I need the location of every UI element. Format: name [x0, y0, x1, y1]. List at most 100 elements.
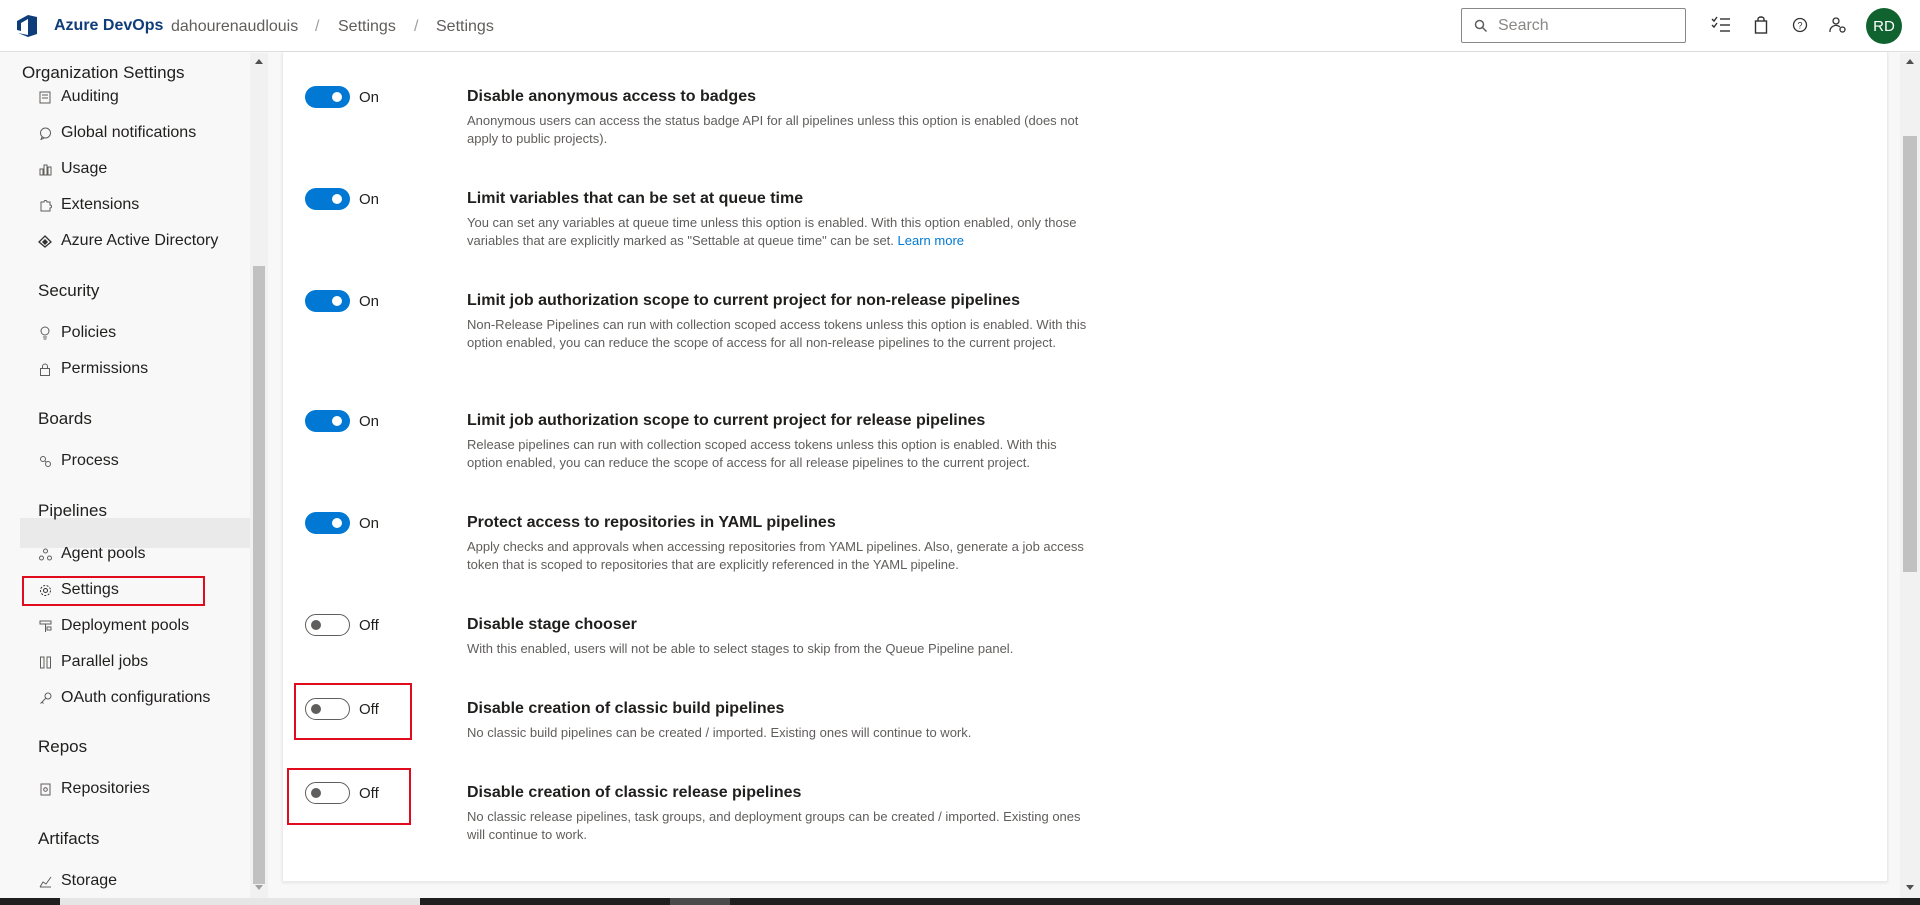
main-scrollbar-thumb[interactable]	[1903, 136, 1917, 572]
sidebar-item-extensions[interactable]: Extensions	[38, 193, 139, 217]
toggle-state-label: On	[359, 413, 380, 430]
lightbulb-icon	[38, 326, 52, 340]
deployment-pool-icon	[38, 619, 52, 633]
toggle-disable-anonymous-badges[interactable]	[305, 86, 350, 108]
setting-description: Release pipelines can run with collectio…	[467, 437, 1057, 470]
settings-highlight-box	[22, 576, 205, 606]
taskbar-segment	[670, 898, 730, 905]
sidebar-item-label: Auditing	[61, 88, 119, 105]
setting-title: Limit job authorization scope to current…	[467, 412, 986, 429]
sidebar: Organization Settings Auditing Global no…	[0, 53, 250, 905]
setting-description: Non-Release Pipelines can run with colle…	[467, 317, 1087, 350]
auditing-icon	[38, 90, 52, 104]
setting-description: Anonymous users can access the status ba…	[467, 113, 1079, 146]
toggle-knob	[332, 518, 342, 528]
sidebar-item-process[interactable]: Process	[38, 449, 119, 473]
chat-icon	[38, 126, 52, 140]
sidebar-item-label: Extensions	[61, 196, 140, 213]
search-input[interactable]	[1498, 15, 1678, 37]
search-box[interactable]	[1461, 8, 1686, 43]
toggle-protect-repos-yaml[interactable]	[305, 512, 350, 534]
sidebar-item-auditing[interactable]: Auditing	[38, 85, 119, 109]
setting-description: You can set any variables at queue time …	[467, 215, 1077, 248]
classic-build-highlight-box	[294, 683, 412, 740]
sidebar-item-permissions[interactable]: Permissions	[38, 357, 148, 381]
setting-description: Apply checks and approvals when accessin…	[467, 539, 1084, 572]
storage-icon	[38, 874, 52, 888]
sidebar-item-agent-pools[interactable]: Agent pools	[38, 542, 146, 566]
sidebar-section-pipelines: Pipelines	[38, 501, 107, 520]
breadcrumb-settings[interactable]: Settings	[338, 18, 396, 36]
sidebar-item-azure-active-directory[interactable]: Azure Active Directory	[38, 229, 218, 253]
sidebar-item-repositories[interactable]: Repositories	[38, 777, 150, 801]
sidebar-item-policies[interactable]: Policies	[38, 321, 116, 345]
sidebar-item-label: Policies	[61, 324, 117, 341]
setting-title: Limit variables that can be set at queue…	[467, 190, 804, 207]
brand-name[interactable]: Azure DevOps	[54, 17, 163, 35]
sidebar-item-global-notifications[interactable]: Global notifications	[38, 121, 196, 145]
sidebar-item-usage[interactable]: Usage	[38, 157, 107, 181]
toggle-state-label: Off	[359, 617, 379, 634]
top-bar: Azure DevOps dahourenaudlouis / Settings…	[0, 0, 1920, 52]
sidebar-item-label: Deployment pools	[61, 617, 190, 634]
sidebar-item-label: Agent pools	[61, 545, 146, 562]
sidebar-item-label: Azure Active Directory	[61, 232, 219, 249]
sidebar-item-label: Parallel jobs	[61, 653, 149, 670]
lock-icon	[38, 362, 52, 376]
setting-title: Disable stage chooser	[467, 616, 637, 633]
shopping-bag-icon[interactable]	[1750, 14, 1772, 36]
main-scrollbar[interactable]	[1900, 53, 1920, 898]
toggle-state-label: On	[359, 89, 380, 106]
toggle-limit-scope-non-release[interactable]	[305, 290, 350, 312]
sidebar-scrollbar-thumb[interactable]	[253, 266, 265, 884]
avatar[interactable]: RD	[1866, 8, 1902, 44]
setting-title: Disable anonymous access to badges	[467, 88, 756, 105]
toggle-disable-stage-chooser[interactable]	[305, 614, 350, 636]
scroll-up-icon[interactable]	[255, 59, 263, 64]
sidebar-section-artifacts: Artifacts	[38, 829, 100, 848]
search-icon	[1474, 19, 1488, 33]
toggle-state-label: On	[359, 191, 380, 208]
toggle-knob	[332, 92, 342, 102]
toggle-state-label: On	[359, 515, 380, 532]
azure-devops-logo-icon[interactable]	[14, 13, 40, 39]
svg-text:?: ?	[1797, 21, 1802, 31]
parallel-jobs-icon	[38, 655, 52, 669]
usage-icon	[38, 162, 52, 176]
scroll-down-icon[interactable]	[255, 885, 263, 890]
aad-icon	[38, 234, 52, 248]
learn-more-link[interactable]: Learn more	[898, 233, 964, 248]
task-list-icon[interactable]	[1710, 14, 1732, 36]
puzzle-icon	[38, 198, 52, 212]
sidebar-item-label: Storage	[61, 872, 118, 889]
setting-description: No classic build pipelines can be create…	[467, 725, 972, 740]
sidebar-item-parallel-jobs[interactable]: Parallel jobs	[38, 650, 148, 674]
breadcrumb-current[interactable]: Settings	[436, 18, 494, 36]
toggle-knob	[332, 416, 342, 426]
sidebar-item-deployment-pools[interactable]: Deployment pools	[38, 614, 189, 638]
pipeline-settings-panel: On Disable anonymous access to badges An…	[282, 52, 1888, 882]
classic-release-highlight-box	[287, 768, 411, 825]
help-icon[interactable]: ?	[1789, 14, 1811, 36]
key-icon	[38, 691, 52, 705]
sidebar-item-oauth-configurations[interactable]: OAuth configurations	[38, 686, 210, 710]
toggle-limit-variables-queue-time[interactable]	[305, 188, 350, 210]
sidebar-item-label: Permissions	[61, 360, 149, 377]
breadcrumb-organization[interactable]: dahourenaudlouis	[171, 18, 298, 36]
sidebar-scrollbar[interactable]	[250, 53, 268, 898]
sidebar-item-label: OAuth configurations	[61, 689, 211, 706]
setting-title: Disable creation of classic build pipeli…	[467, 700, 785, 717]
setting-title: Protect access to repositories in YAML p…	[467, 514, 836, 531]
user-settings-icon[interactable]	[1827, 14, 1849, 36]
sidebar-section-boards: Boards	[38, 409, 92, 428]
scroll-down-icon[interactable]	[1906, 885, 1914, 890]
agent-pool-icon	[38, 547, 52, 561]
sidebar-section-repos: Repos	[38, 737, 88, 756]
process-icon	[38, 454, 52, 468]
scroll-up-icon[interactable]	[1906, 59, 1914, 64]
setting-title: Disable creation of classic release pipe…	[467, 784, 802, 801]
breadcrumb-separator: /	[315, 18, 320, 35]
toggle-limit-scope-release[interactable]	[305, 410, 350, 432]
sidebar-section-security: Security	[38, 281, 100, 300]
sidebar-item-storage[interactable]: Storage	[38, 869, 117, 893]
